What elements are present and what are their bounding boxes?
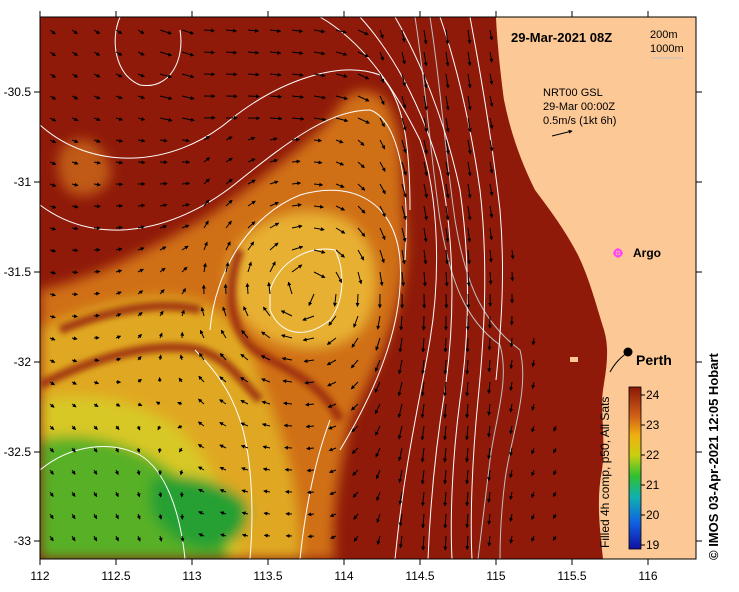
legend-1000m: 1000m — [650, 43, 684, 55]
current-vector — [355, 293, 360, 307]
current-vector — [313, 138, 323, 143]
current-vector — [157, 447, 162, 454]
map-timestamp: 29-Mar-2021 08Z — [511, 30, 612, 45]
y-tick-label: -32 — [14, 355, 32, 369]
current-vector — [283, 423, 293, 428]
current-vector — [465, 337, 470, 353]
current-vector — [137, 160, 146, 165]
current-vector — [509, 337, 514, 348]
colorbar-tick-label: 19 — [646, 538, 660, 552]
colorbar-tick-label: 21 — [646, 478, 660, 492]
y-tick-label: -32.5 — [4, 445, 32, 459]
credit-text: © IMOS 03-Apr-2021 12:05 Hobart — [706, 353, 721, 560]
sst-map: Argo Perth 29-Mar-2021 08Z 200m 1000m NR… — [4, 11, 702, 583]
current-vector — [71, 314, 78, 319]
colorbar-gradient — [628, 386, 642, 550]
legend-200m: 200m — [650, 29, 678, 41]
current-vector — [181, 181, 191, 186]
current-vector — [93, 291, 101, 296]
current-source: NRT00 GSL — [543, 87, 603, 99]
current-vector — [307, 534, 315, 539]
colorbar-tick-label: 20 — [646, 508, 660, 522]
x-tick-label: 115.5 — [557, 569, 586, 583]
colorbar-tick-label: 24 — [646, 388, 660, 402]
current-vector — [93, 269, 101, 274]
current-vector — [158, 491, 163, 498]
current-vector — [487, 337, 492, 351]
current-vector — [291, 137, 300, 142]
colorbar-tick-label: 23 — [646, 418, 660, 432]
current-vector — [93, 204, 101, 209]
current-vector — [71, 270, 79, 275]
current-vector — [443, 337, 448, 353]
current-vector — [225, 72, 238, 77]
current-vector — [306, 446, 315, 451]
current-vector — [284, 445, 293, 450]
current-vector — [306, 468, 315, 473]
x-tick-label: 115 — [486, 569, 505, 583]
current-vector — [223, 283, 228, 295]
current-vector — [245, 282, 250, 295]
y-tick-label: -33 — [14, 534, 32, 548]
current-vector — [93, 313, 100, 318]
current-vector — [157, 376, 162, 383]
argo-label: Argo — [633, 246, 661, 260]
current-vector — [307, 490, 315, 495]
rottnest-island — [570, 357, 578, 362]
x-tick-label: 114.5 — [405, 569, 434, 583]
x-tick-label: 113 — [182, 569, 201, 583]
current-vector — [115, 225, 123, 230]
y-tick-label: -31.5 — [4, 265, 32, 279]
perth-label: Perth — [636, 352, 672, 368]
x-tick-label: 114 — [334, 569, 353, 583]
current-vector — [203, 50, 216, 55]
current-time: 29-Mar 00:00Z — [543, 101, 615, 113]
x-tick-label: 112 — [30, 569, 49, 583]
current-vector — [307, 512, 315, 517]
current-vector — [269, 116, 283, 121]
x-tick-label: 113.5 — [253, 569, 282, 583]
y-tick-label: -30.5 — [4, 85, 32, 99]
y-tick-label: -31 — [14, 175, 32, 189]
colorbar-label: Filled 4h comp, p50, All Sats — [598, 396, 612, 548]
colorbar-tick-label: 22 — [646, 448, 660, 462]
current-vector — [71, 292, 79, 297]
x-tick-label: 112.5 — [101, 569, 130, 583]
current-vector — [71, 248, 79, 253]
current-vector — [159, 181, 168, 186]
current-vector — [510, 271, 515, 282]
current-vector — [93, 358, 100, 363]
x-tick-label: 116 — [638, 569, 657, 583]
current-scale-label: 0.5m/s (1kt 6h) — [543, 115, 616, 127]
current-vector — [247, 94, 260, 99]
